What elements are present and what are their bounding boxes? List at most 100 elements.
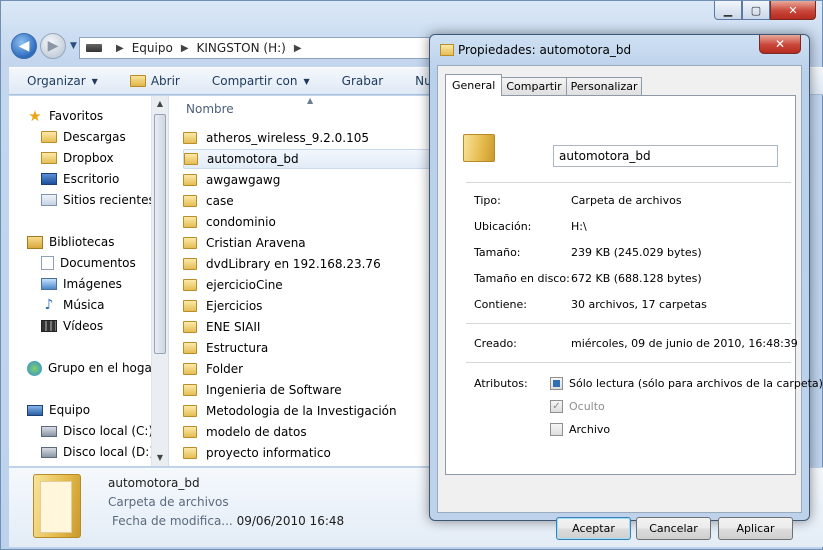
navigation-pane-scrollbar[interactable]: ▲ ▼ <box>151 96 168 466</box>
local-disk-icon <box>41 446 57 458</box>
tab-general[interactable]: General <box>445 74 503 96</box>
file-row[interactable]: Ejercicios <box>183 296 433 316</box>
nav-item-label: Imágenes <box>63 277 122 291</box>
archive-label: Archivo <box>569 423 611 436</box>
file-row[interactable]: Estructura <box>183 338 433 358</box>
ok-button[interactable]: Aceptar <box>556 517 631 540</box>
details-type: Carpeta de archivos <box>108 495 229 509</box>
scroll-down-icon[interactable]: ▼ <box>152 450 168 466</box>
attributes-label: Atributos: <box>474 377 528 390</box>
breadcrumb-equipo[interactable]: Equipo <box>132 41 173 55</box>
file-name: Metodologia de la Investigación <box>206 404 397 418</box>
archive-checkbox[interactable] <box>550 423 563 436</box>
file-row[interactable]: ejercicioCine <box>183 275 433 295</box>
prop-value-creado: miércoles, 09 de junio de 2010, 16:48:39 <box>571 337 798 350</box>
nav-item-label: Documentos <box>60 256 136 270</box>
share-with-menu[interactable]: Compartir con ▼ <box>194 74 324 88</box>
readonly-checkbox[interactable] <box>550 377 563 390</box>
breadcrumb-separator-icon[interactable]: ▶ <box>294 43 302 54</box>
minimize-button[interactable]: ▁ <box>714 1 742 20</box>
nav-item-disco-d[interactable]: Disco local (D:) <box>41 442 154 462</box>
nav-item-label: Favoritos <box>49 109 104 123</box>
folder-icon <box>183 258 197 270</box>
nav-item-dropbox[interactable]: Dropbox <box>41 148 114 168</box>
prop-label-ubicacion: Ubicación: <box>474 220 532 233</box>
file-row[interactable]: Ingenieria de Software <box>183 380 433 400</box>
file-row[interactable]: Folder <box>183 359 433 379</box>
tab-personalizar[interactable]: Personalizar <box>565 77 643 96</box>
maximize-button[interactable]: ▢ <box>742 1 770 20</box>
divider <box>466 182 791 183</box>
close-button[interactable]: ✕ <box>770 1 816 20</box>
folder-preview-icon <box>33 474 81 538</box>
recent-pages-dropdown[interactable]: ▼ <box>70 41 77 51</box>
open-button[interactable]: Abrir <box>112 74 194 88</box>
file-row[interactable]: awgawgawg <box>183 170 433 190</box>
file-name: proyecto informatico <box>206 446 331 460</box>
nav-item-escritorio[interactable]: Escritorio <box>41 169 119 189</box>
back-button[interactable]: ◀ <box>11 33 37 59</box>
nav-item-favoritos[interactable]: ★ Favoritos <box>27 106 103 126</box>
burn-button[interactable]: Grabar <box>324 74 398 88</box>
prop-value-contiene: 30 archivos, 17 carpetas <box>571 298 707 311</box>
nav-item-disco-c[interactable]: Disco local (C:) <box>41 421 153 441</box>
file-row[interactable]: Cristian Aravena <box>183 233 433 253</box>
file-row[interactable]: modelo de datos <box>183 422 433 442</box>
file-row[interactable]: proyecto informatico <box>183 443 433 463</box>
breadcrumb-separator-icon[interactable]: ▶ <box>116 43 124 54</box>
nav-item-musica[interactable]: ♪ Música <box>41 295 105 315</box>
file-name: atheros_wireless_9.2.0.105 <box>206 131 369 145</box>
nav-item-documentos[interactable]: Documentos <box>41 253 136 273</box>
local-disk-icon <box>41 425 57 437</box>
file-row[interactable]: ENE SIAII <box>183 317 433 337</box>
star-icon: ★ <box>28 107 42 125</box>
scrollbar-thumb[interactable] <box>154 114 166 354</box>
sort-ascending-icon: ▲ <box>307 96 314 105</box>
file-name: Folder <box>206 362 244 376</box>
cancel-button[interactable]: Cancelar <box>636 517 711 540</box>
folder-icon <box>183 321 197 333</box>
file-row-selected[interactable]: automotora_bd <box>183 149 433 169</box>
organize-menu[interactable]: Organizar ▼ <box>9 74 112 88</box>
tab-compartir[interactable]: Compartir <box>501 77 567 96</box>
nav-item-grupo-hogar[interactable]: Grupo en el hogar <box>27 358 157 378</box>
file-row[interactable]: case <box>183 191 433 211</box>
breadcrumb-kingston[interactable]: KINGSTON (H:) <box>197 41 286 55</box>
folder-name-field[interactable]: automotora_bd <box>553 145 778 167</box>
folder-icon <box>183 237 197 249</box>
divider <box>466 323 791 324</box>
burn-label: Grabar <box>341 74 384 88</box>
prop-value-ubicacion: H:\ <box>571 220 587 233</box>
file-row[interactable]: dvdLibrary en 192.168.23.76 <box>183 254 433 274</box>
file-row[interactable]: condominio <box>183 212 433 232</box>
prop-label-tamano: Tamaño: <box>474 246 521 259</box>
file-row[interactable]: Metodologia de la Investigación <box>183 401 433 421</box>
nav-item-label: Grupo en el hogar <box>48 361 157 375</box>
hidden-checkbox[interactable]: ✓ <box>550 400 563 413</box>
column-header-name[interactable]: Nombre ▲ <box>169 96 434 122</box>
file-row[interactable]: atheros_wireless_9.2.0.105 <box>183 128 433 148</box>
nav-item-equipo[interactable]: Equipo <box>27 400 90 420</box>
scroll-up-icon[interactable]: ▲ <box>152 96 168 112</box>
readonly-label: Sólo lectura (sólo para archivos de la c… <box>569 377 823 390</box>
window-caption-buttons: ▁ ▢ ✕ <box>714 1 816 20</box>
file-name: ejercicioCine <box>206 278 283 292</box>
apply-button[interactable]: Aplicar <box>718 517 793 540</box>
folder-icon <box>440 44 454 56</box>
file-name: Cristian Aravena <box>206 236 306 250</box>
dialog-close-button[interactable]: ✕ <box>759 35 801 54</box>
nav-item-imagenes[interactable]: Imágenes <box>41 274 122 294</box>
nav-item-bibliotecas[interactable]: Bibliotecas <box>27 232 114 252</box>
divider <box>466 362 791 363</box>
drive-icon <box>86 44 102 52</box>
nav-item-label: Disco local (D:) <box>63 445 155 459</box>
computer-icon <box>27 404 43 416</box>
nav-item-descargas[interactable]: Descargas <box>41 127 126 147</box>
nav-item-videos[interactable]: Vídeos <box>41 316 103 336</box>
file-name: dvdLibrary en 192.168.23.76 <box>206 257 381 271</box>
nav-item-sitios-recientes[interactable]: Sitios recientes <box>41 190 155 210</box>
column-header-label: Nombre <box>186 102 234 116</box>
breadcrumb-separator-icon[interactable]: ▶ <box>181 43 189 54</box>
forward-button[interactable]: ▶ <box>40 33 66 59</box>
folder-icon <box>183 195 197 207</box>
